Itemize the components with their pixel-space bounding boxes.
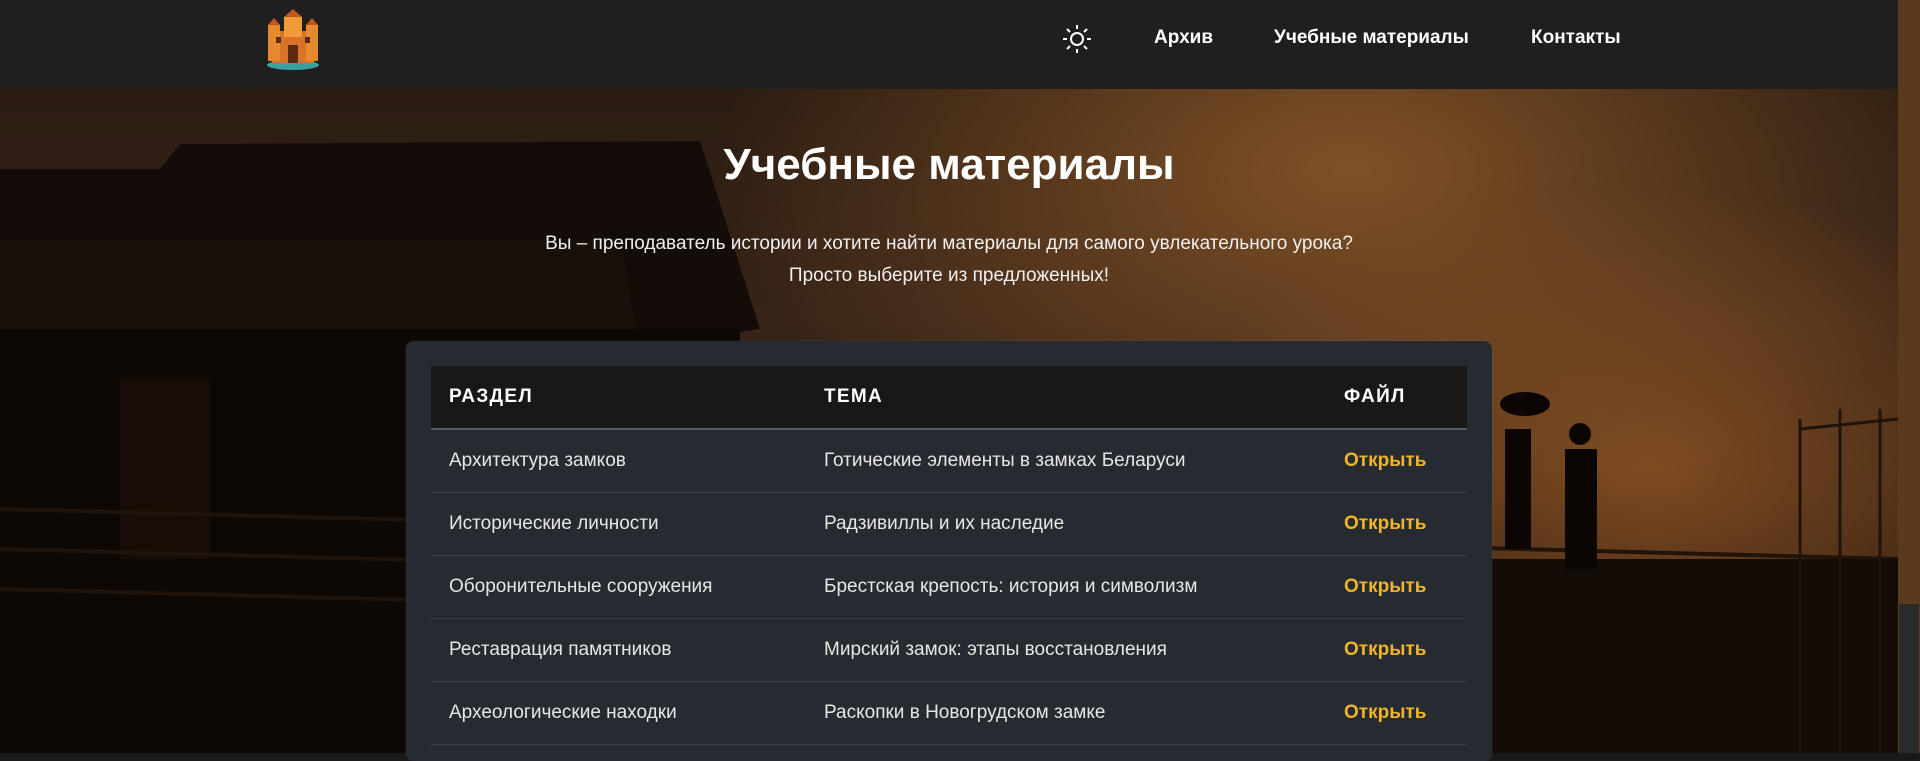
sun-icon[interactable]: [1062, 24, 1092, 54]
materials-panel: РАЗДЕЛ ТЕМА ФАЙЛ Архитектура замков Готи…: [406, 341, 1492, 761]
cell-topic: Готические элементы в замках Беларуси: [806, 429, 1326, 493]
page-title: Учебные материалы: [723, 140, 1175, 189]
column-header-section: РАЗДЕЛ: [431, 366, 806, 430]
cell-section: Исторические личности: [431, 492, 806, 556]
intro-line-1: Вы – преподаватель истории и хотите найт…: [545, 233, 1353, 254]
cell-topic: Радзивиллы и их наследие: [806, 492, 1326, 556]
column-header-topic: ТЕМА: [806, 366, 1326, 430]
cell-topic: Брестская крепость: история и символизм: [806, 555, 1326, 619]
cell-section: Оборонительные сооружения: [431, 555, 806, 619]
cell-section: Реставрация памятников: [431, 618, 806, 682]
materials-table: РАЗДЕЛ ТЕМА ФАЙЛ Архитектура замков Готи…: [431, 366, 1467, 745]
top-navbar: Архив Учебные материалы Контакты: [0, 0, 1898, 89]
scrollbar-thumb[interactable]: [1899, 604, 1919, 753]
cell-section: Археологические находки: [431, 681, 806, 745]
open-file-link[interactable]: Открыть: [1344, 450, 1426, 471]
open-file-link[interactable]: Открыть: [1344, 576, 1426, 597]
table-row: Оборонительные сооружения Брестская креп…: [431, 555, 1467, 619]
intro-text: Вы – преподаватель истории и хотите найт…: [0, 228, 1898, 292]
cell-topic: Мирский замок: этапы восстановления: [806, 618, 1326, 682]
cell-file: Открыть: [1326, 555, 1467, 619]
table-row: Реставрация памятников Мирский замок: эт…: [431, 618, 1467, 682]
nav-link-materials[interactable]: Учебные материалы: [1274, 27, 1469, 49]
table-row: Исторические личности Радзивиллы и их на…: [431, 492, 1467, 556]
cell-file: Открыть: [1326, 492, 1467, 556]
table-row: Археологические находки Раскопки в Новог…: [431, 681, 1467, 745]
table-row: Архитектура замков Готические элементы в…: [431, 429, 1467, 493]
intro-line-2: Просто выберите из предложенных!: [788, 265, 1110, 286]
column-header-file: ФАЙЛ: [1326, 366, 1467, 430]
table-header-row: РАЗДЕЛ ТЕМА ФАЙЛ: [431, 366, 1467, 430]
nav-link-archive[interactable]: Архив: [1154, 27, 1213, 49]
cell-topic: Раскопки в Новогрудском замке: [806, 681, 1326, 745]
open-file-link[interactable]: Открыть: [1344, 702, 1426, 723]
nav-link-contacts[interactable]: Контакты: [1531, 27, 1621, 49]
cell-file: Открыть: [1326, 681, 1467, 745]
open-file-link[interactable]: Открыть: [1344, 513, 1426, 534]
castle-logo-icon[interactable]: [264, 9, 322, 71]
cell-section: Архитектура замков: [431, 429, 806, 493]
cell-file: Открыть: [1326, 429, 1467, 493]
cell-file: Открыть: [1326, 618, 1467, 682]
open-file-link[interactable]: Открыть: [1344, 639, 1426, 660]
